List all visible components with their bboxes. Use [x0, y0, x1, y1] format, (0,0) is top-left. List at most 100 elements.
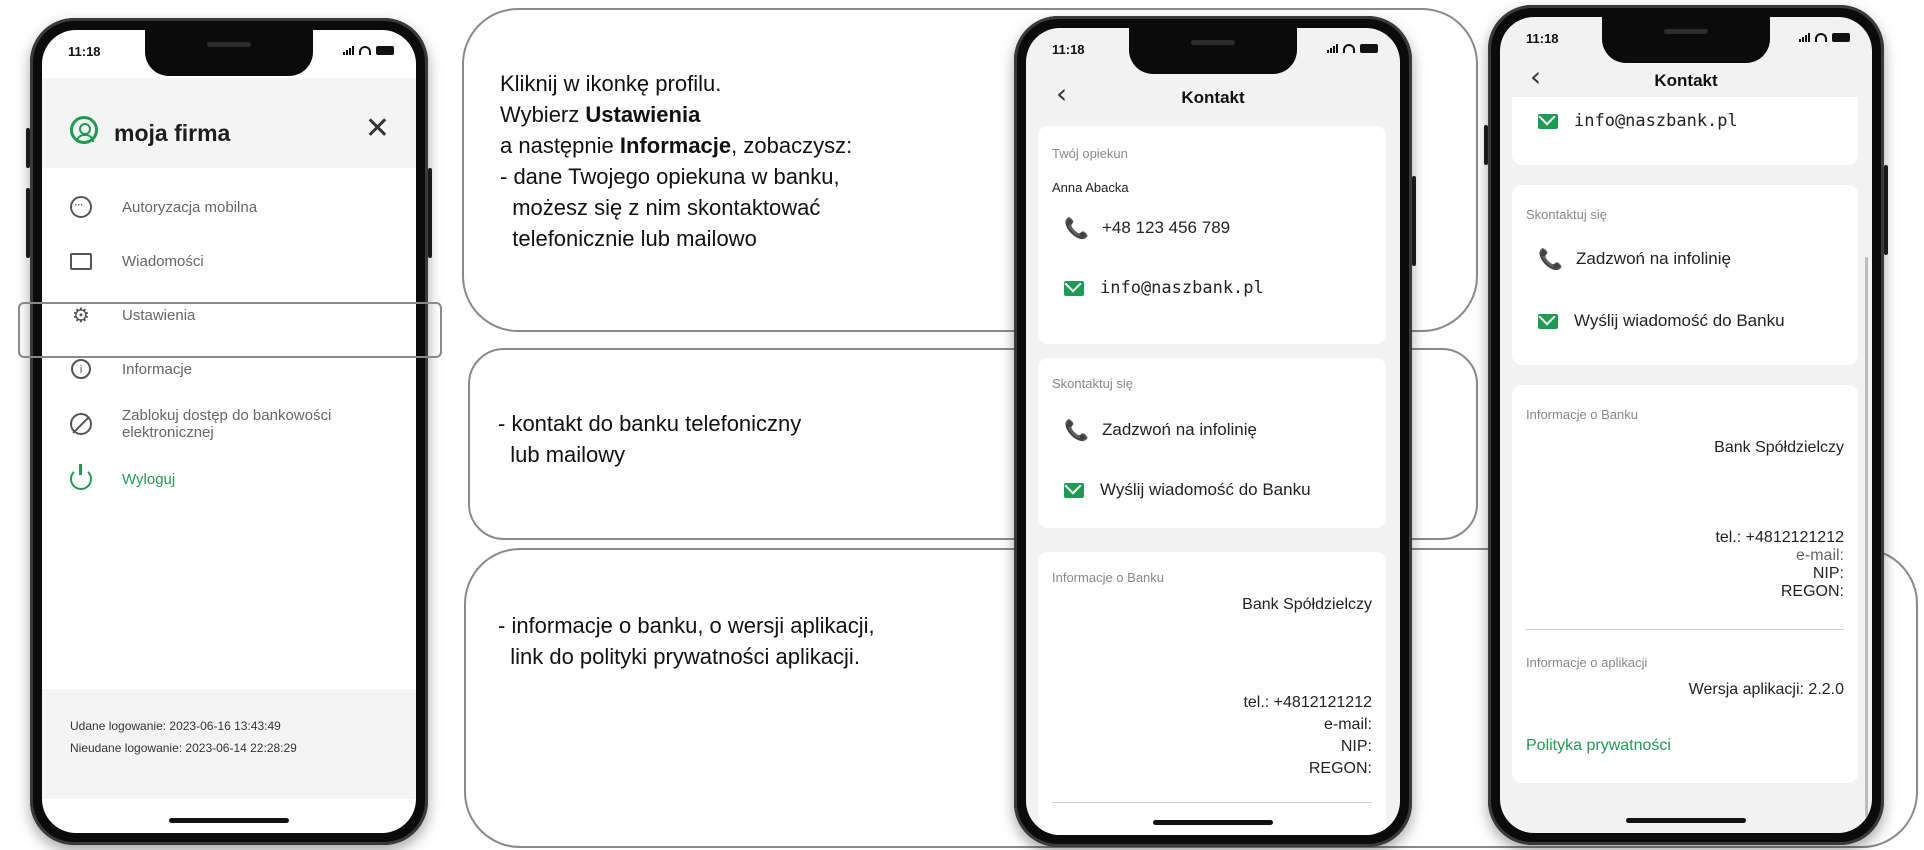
menu-item-label: Wyloguj — [122, 470, 176, 488]
phone-icon: 📞 — [1064, 216, 1089, 240]
wifi-icon — [1343, 43, 1355, 53]
menu-item-mobile-auth[interactable]: Autoryzacja mobilna — [42, 180, 416, 234]
profile-name: moja firma — [114, 120, 231, 146]
advisor-card: info@naszbank.pl — [1512, 97, 1858, 165]
bank-nip: NIP: — [1340, 738, 1372, 755]
divider — [1052, 802, 1372, 803]
contact-card: Skontaktuj się 📞 Zadzwoń na infolinię Wy… — [1038, 358, 1386, 528]
send-message-row[interactable]: Wyślij wiadomość do Banku — [1538, 311, 1785, 331]
bank-tel: tel.: +4812121212 — [1243, 694, 1372, 711]
message-icon — [68, 248, 94, 274]
mail-icon — [1064, 280, 1084, 296]
phone-contact-top: 11:18 ‹ Kontakt Twój opiekun Anna Abacka… — [1014, 16, 1416, 847]
bank-details: tel.: +4812121212 e-mail: NIP: REGON: — [1715, 529, 1844, 601]
call-hotline-row[interactable]: 📞 Zadzwoń na infolinię — [1538, 247, 1731, 271]
bank-name: Bank Spółdzielczy — [1714, 439, 1844, 456]
notch — [145, 30, 313, 76]
signal-icon — [1327, 43, 1338, 53]
status-icons — [343, 45, 394, 55]
bank-tel: tel.: +4812121212 — [1715, 529, 1844, 546]
profile-icon[interactable] — [70, 116, 98, 144]
mobile-auth-icon — [68, 194, 94, 220]
bank-details: tel.: +4812121212 e-mail: NIP: REGON: — [1243, 692, 1372, 780]
mail-icon — [1064, 482, 1084, 498]
advisor-phone-row[interactable]: 📞 +48 123 456 789 — [1064, 216, 1230, 240]
callout-text-advisor: Kliknij w ikonkę profilu. Wybierz Ustawi… — [500, 71, 853, 251]
call-hotline-label: Zadzwoń na infolinię — [1576, 249, 1731, 268]
send-message-label: Wyślij wiadomość do Banku — [1100, 480, 1311, 499]
advisor-email-row[interactable]: info@naszbank.pl — [1538, 111, 1738, 131]
bank-email: e-mail: — [1795, 547, 1844, 564]
menu-item-logout[interactable]: Wyloguj — [42, 452, 416, 506]
bank-info-label: Informacje o Banku — [1052, 570, 1165, 585]
last-login-success: Udane logowanie: 2023-06-16 13:43:49 — [70, 719, 281, 733]
mail-icon — [1538, 113, 1558, 129]
phone-icon: 📞 — [1064, 418, 1089, 442]
home-indicator — [169, 818, 289, 823]
notch — [1129, 28, 1297, 74]
menu-item-messages[interactable]: Wiadomości — [42, 234, 416, 288]
wifi-icon — [1815, 32, 1827, 42]
menu-item-label: Informacje — [122, 360, 193, 378]
last-login-failed: Nieudane logowanie: 2023-06-14 22:28:29 — [70, 741, 297, 755]
status-icons — [1799, 32, 1850, 42]
login-history: Udane logowanie: 2023-06-16 13:43:49 Nie… — [42, 689, 416, 799]
advisor-name: Anna Abacka — [1052, 180, 1129, 195]
contact-card: Skontaktuj się 📞 Zadzwoń na infolinię Wy… — [1512, 185, 1858, 365]
contact-label: Skontaktuj się — [1526, 207, 1607, 222]
menu-header: moja firma ✕ — [42, 78, 416, 168]
divider — [1526, 629, 1844, 630]
home-indicator — [1153, 820, 1273, 825]
page-title: Kontakt — [1181, 88, 1245, 107]
highlight-frame-information — [18, 302, 442, 358]
battery-icon — [1832, 32, 1850, 42]
advisor-card: Twój opiekun Anna Abacka 📞 +48 123 456 7… — [1038, 126, 1386, 344]
privacy-policy-link[interactable]: Polityka prywatności — [1526, 737, 1671, 755]
bank-info-card: Informacje o Banku Bank Spółdzielczy tel… — [1512, 385, 1858, 783]
wifi-icon — [359, 45, 371, 55]
app-version: Wersja aplikacji: 2.2.0 — [1688, 681, 1844, 698]
bank-regon: REGON: — [1308, 760, 1372, 777]
callout-text-contact: - kontakt do banku telefoniczny lub mail… — [498, 411, 802, 467]
info-icon: i — [68, 356, 94, 382]
menu-item-block-access[interactable]: Zablokuj dostęp do bankowości elektronic… — [42, 396, 416, 452]
block-icon — [68, 411, 94, 437]
menu-item-label: Wiadomości — [122, 252, 204, 270]
advisor-email-row[interactable]: info@naszbank.pl — [1064, 278, 1264, 298]
close-icon[interactable]: ✕ — [365, 114, 390, 144]
callout-text-bank-info: - informacje o banku, o wersji aplikacji… — [498, 613, 875, 669]
notch — [1602, 17, 1770, 63]
battery-icon — [376, 45, 394, 55]
signal-icon — [343, 45, 354, 55]
phone-contact-scrolled: 11:18 ‹ Kontakt info@naszbank.pl Skontak… — [1484, 5, 1888, 845]
advisor-email: info@naszbank.pl — [1574, 111, 1738, 131]
phone-menu: 11:18 moja firma ✕ Autoryzacja mobilna W… — [26, 18, 432, 845]
bank-nip: NIP: — [1812, 565, 1844, 582]
bank-info-label: Informacje o Banku — [1526, 407, 1639, 422]
scrollbar[interactable] — [1865, 257, 1868, 817]
contact-label: Skontaktuj się — [1052, 376, 1133, 391]
status-icons — [1327, 43, 1378, 53]
bank-info-card: Informacje o Banku Bank Spółdzielczy tel… — [1038, 552, 1386, 835]
bank-email: e-mail: — [1323, 716, 1372, 733]
signal-icon — [1799, 32, 1810, 42]
advisor-phone: +48 123 456 789 — [1102, 218, 1231, 237]
bank-regon: REGON: — [1780, 583, 1844, 600]
menu-item-label: Zablokuj dostęp do bankowości elektronic… — [122, 407, 332, 441]
status-time: 11:18 — [1052, 42, 1085, 57]
advisor-label: Twój opiekun — [1052, 146, 1128, 161]
page-title: Kontakt — [1654, 71, 1718, 90]
battery-icon — [1360, 43, 1378, 53]
bank-name: Bank Spółdzielczy — [1242, 596, 1372, 613]
status-time: 11:18 — [1526, 31, 1559, 46]
call-hotline-row[interactable]: 📞 Zadzwoń na infolinię — [1064, 418, 1257, 442]
home-indicator — [1626, 818, 1746, 823]
status-time: 11:18 — [68, 44, 101, 59]
send-message-row[interactable]: Wyślij wiadomość do Banku — [1064, 480, 1311, 500]
app-info-label: Informacje o aplikacji — [1526, 655, 1648, 670]
send-message-label: Wyślij wiadomość do Banku — [1574, 311, 1785, 330]
menu-item-label: Autoryzacja mobilna — [122, 198, 258, 216]
power-icon — [68, 464, 94, 492]
phone-icon: 📞 — [1538, 247, 1563, 271]
call-hotline-label: Zadzwoń na infolinię — [1102, 420, 1257, 439]
